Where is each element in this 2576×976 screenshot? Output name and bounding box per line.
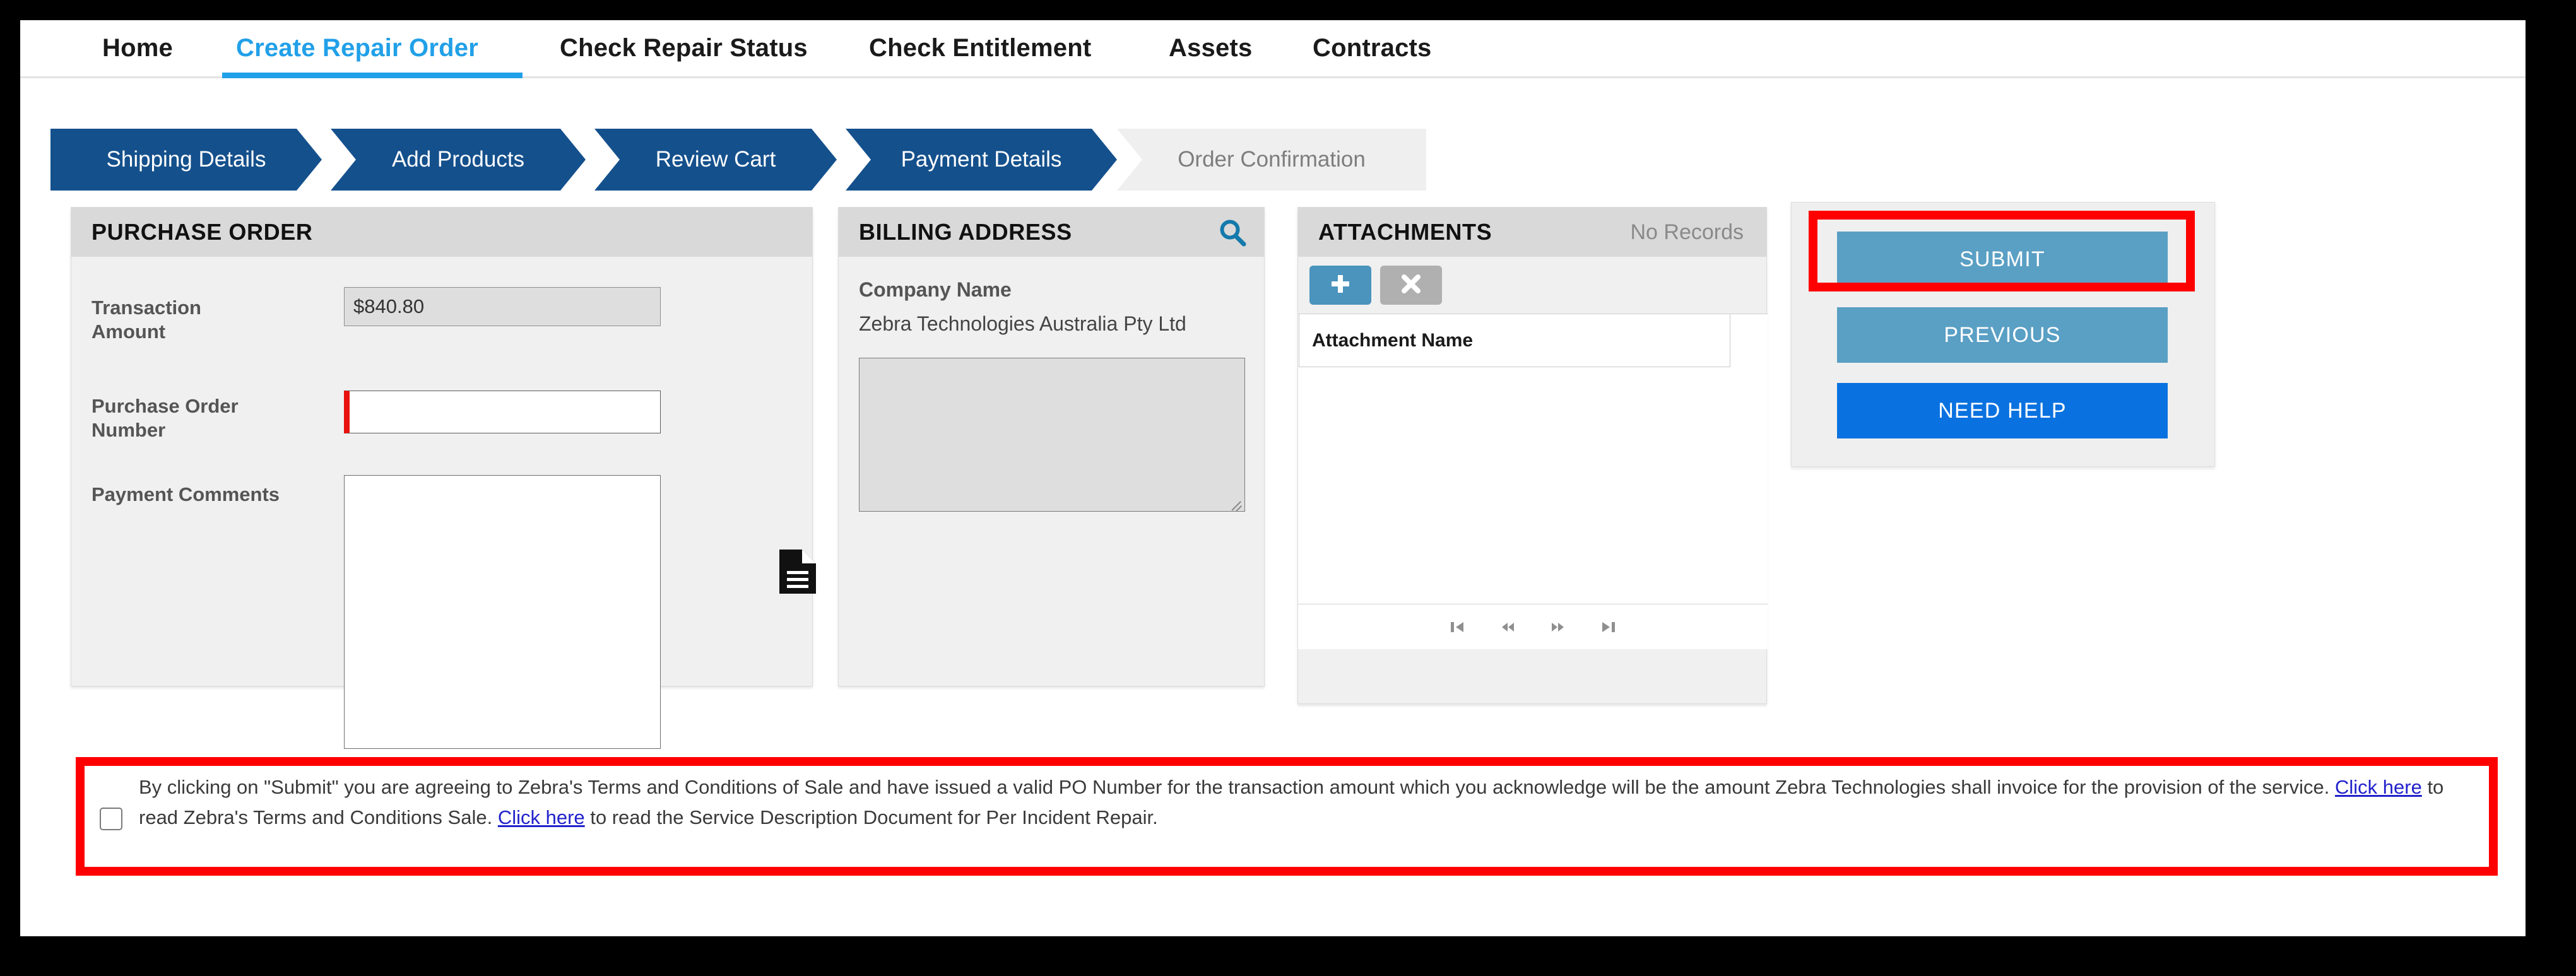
terms-agreement-checkbox[interactable] xyxy=(100,808,122,830)
checkout-stepper: Shipping Details Add Products Review Car… xyxy=(50,129,1426,191)
terms-link-conditions-of-sale[interactable]: Click here xyxy=(2335,776,2422,798)
step-add-products[interactable]: Add Products xyxy=(331,129,586,191)
terms-agreement-text: By clicking on "Submit" you are agreeing… xyxy=(139,772,2474,833)
attachments-pager xyxy=(1298,604,1768,649)
purchase-order-number-input[interactable] xyxy=(344,391,661,433)
attachments-grid-header: Attachment Name xyxy=(1299,314,1730,367)
first-page-icon[interactable] xyxy=(1446,616,1468,638)
nav-active-underline xyxy=(222,73,523,78)
attachments-header: ATTACHMENTS No Records xyxy=(1298,208,1766,257)
nav-item-assets[interactable]: Assets xyxy=(1169,34,1252,62)
delete-attachment-button[interactable] xyxy=(1380,266,1442,305)
attachments-title: ATTACHMENTS xyxy=(1318,219,1492,245)
nav-item-check-entitlement[interactable]: Check Entitlement xyxy=(869,34,1091,62)
company-name-label: Company Name xyxy=(859,278,1012,301)
step-shipping-details[interactable]: Shipping Details xyxy=(50,129,322,191)
need-help-button[interactable]: NEED HELP xyxy=(1837,383,2168,438)
plus-icon xyxy=(1330,273,1351,298)
document-icon[interactable] xyxy=(778,548,822,597)
step-payment-details[interactable]: Payment Details xyxy=(846,129,1117,191)
add-attachment-button[interactable] xyxy=(1309,266,1371,305)
purchase-order-header: PURCHASE ORDER xyxy=(71,208,812,257)
previous-button[interactable]: PREVIOUS xyxy=(1837,307,2168,363)
terms-agreement-bar: By clicking on "Submit" you are agreeing… xyxy=(76,757,2498,876)
purchase-order-number-label: Purchase Order Number xyxy=(92,395,239,441)
attachments-toolbar xyxy=(1298,257,1766,314)
billing-address-panel: BILLING ADDRESS Company Name Zebra Techn… xyxy=(838,207,1265,686)
attachments-panel: ATTACHMENTS No Records Attachment Name xyxy=(1297,207,1768,704)
purchase-order-panel: PURCHASE ORDER Transaction Amount $840.8… xyxy=(71,207,816,749)
payment-comments-textarea[interactable] xyxy=(344,475,661,749)
terms-text-part1: By clicking on "Submit" you are agreeing… xyxy=(139,776,2335,798)
attachments-grid: Attachment Name xyxy=(1298,314,1768,649)
purchase-order-title: PURCHASE ORDER xyxy=(92,219,313,245)
nav-item-home[interactable]: Home xyxy=(102,34,173,62)
transaction-amount-label: Transaction Amount xyxy=(92,297,201,343)
step-label: Shipping Details xyxy=(106,147,266,172)
payment-comments-label: Payment Comments xyxy=(92,483,280,505)
billing-address-textarea[interactable] xyxy=(859,358,1245,512)
terms-link-service-description[interactable]: Click here xyxy=(498,806,585,828)
company-name-value: Zebra Technologies Australia Pty Ltd xyxy=(859,312,1186,335)
step-label: Order Confirmation xyxy=(1178,147,1366,172)
attachments-status: No Records xyxy=(1630,220,1744,244)
search-icon[interactable] xyxy=(1217,218,1248,248)
nav-item-check-repair-status[interactable]: Check Repair Status xyxy=(560,34,808,62)
main-navigation: Home Create Repair Order Check Repair St… xyxy=(20,20,2526,78)
submit-button[interactable]: SUBMIT xyxy=(1837,232,2168,287)
step-order-confirmation[interactable]: Order Confirmation xyxy=(1117,129,1426,191)
last-page-icon[interactable] xyxy=(1598,616,1619,638)
terms-text-part3: to read the Service Description Document… xyxy=(584,806,1158,829)
step-label: Add Products xyxy=(391,147,525,172)
previous-page-icon[interactable] xyxy=(1497,616,1518,638)
action-buttons-panel: SUBMIT PREVIOUS NEED HELP xyxy=(1791,202,2215,467)
nav-item-create-repair-order[interactable]: Create Repair Order xyxy=(236,34,478,62)
application-page: Home Create Repair Order Check Repair St… xyxy=(20,20,2526,936)
nav-item-contracts[interactable]: Contracts xyxy=(1313,34,1432,62)
close-icon xyxy=(1401,274,1421,297)
resize-grip-icon xyxy=(1229,496,1243,510)
screen-frame: Home Create Repair Order Check Repair St… xyxy=(0,0,2576,976)
next-page-icon[interactable] xyxy=(1547,616,1569,638)
step-review-cart[interactable]: Review Cart xyxy=(594,129,837,191)
transaction-amount-field: $840.80 xyxy=(344,287,661,326)
billing-address-header: BILLING ADDRESS xyxy=(839,208,1264,257)
billing-address-title: BILLING ADDRESS xyxy=(859,219,1072,245)
step-label: Review Cart xyxy=(655,147,776,172)
column-header-attachment-name: Attachment Name xyxy=(1312,329,1474,351)
step-label: Payment Details xyxy=(901,147,1062,172)
